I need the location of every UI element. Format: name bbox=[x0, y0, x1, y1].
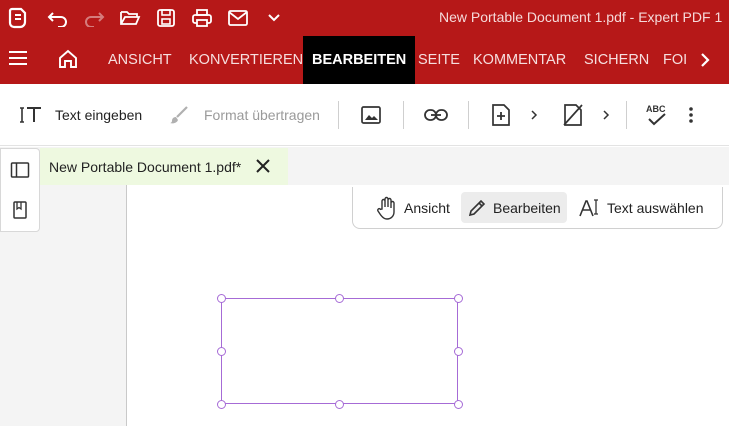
tab-sichern[interactable]: SICHERN bbox=[584, 36, 649, 84]
image-icon bbox=[361, 106, 381, 124]
tab-foi[interactable]: FOI bbox=[663, 36, 687, 84]
resize-handle[interactable] bbox=[335, 294, 344, 303]
side-panel bbox=[0, 148, 40, 232]
add-file-icon bbox=[492, 104, 510, 126]
view-mode-label: Ansicht bbox=[404, 199, 450, 216]
save-icon[interactable] bbox=[154, 6, 178, 30]
text-select-icon bbox=[579, 198, 598, 216]
more-vertical-icon bbox=[689, 107, 693, 123]
pencil-icon bbox=[468, 199, 486, 216]
view-mode-button[interactable]: Ansicht bbox=[370, 192, 456, 223]
toolbar-divider bbox=[468, 101, 469, 129]
sidebar-toggle-icon[interactable] bbox=[10, 161, 30, 184]
brush-icon bbox=[170, 106, 188, 124]
home-icon[interactable] bbox=[57, 49, 79, 74]
app-logo-icon[interactable] bbox=[6, 6, 30, 30]
edit-mode-label: Bearbeiten bbox=[493, 199, 561, 216]
document-tab-label: New Portable Document 1.pdf* bbox=[49, 158, 242, 175]
resize-handle[interactable] bbox=[454, 294, 463, 303]
insert-link-button[interactable] bbox=[423, 84, 449, 146]
tab-kommentar[interactable]: KOMMENTAR bbox=[473, 36, 566, 84]
spell-check-text: ABC bbox=[646, 104, 666, 114]
window-title: New Portable Document 1.pdf - Expert PDF… bbox=[439, 9, 723, 25]
spell-check-button[interactable]: ABC bbox=[645, 84, 669, 146]
mode-bar: Ansicht Bearbeiten Text auswählen bbox=[352, 187, 723, 229]
hand-icon bbox=[377, 196, 395, 220]
add-file-dropdown[interactable] bbox=[529, 84, 539, 146]
text-input-label: Text eingeben bbox=[55, 107, 143, 123]
chevron-down-icon[interactable] bbox=[262, 6, 286, 30]
selected-shape[interactable] bbox=[221, 298, 458, 404]
mail-icon[interactable] bbox=[226, 6, 250, 30]
print-icon[interactable] bbox=[190, 6, 214, 30]
format-transfer-label: Format übertragen bbox=[204, 107, 320, 123]
no-file-dropdown[interactable] bbox=[601, 84, 611, 146]
chevron-right-icon bbox=[603, 110, 610, 120]
edit-toolbar: Text eingeben Format übertragen ABC bbox=[0, 84, 729, 146]
text-insert-icon bbox=[20, 107, 41, 123]
resize-handle[interactable] bbox=[217, 400, 226, 409]
toolbar-divider bbox=[403, 101, 404, 129]
tab-seite[interactable]: SEITE bbox=[418, 36, 460, 84]
file-slash-icon bbox=[563, 104, 583, 126]
tab-bearbeiten[interactable]: BEARBEITEN bbox=[303, 36, 416, 84]
spell-check-icon: ABC bbox=[646, 104, 666, 126]
select-text-button[interactable]: Text auswählen bbox=[573, 192, 710, 223]
add-file-button[interactable] bbox=[490, 84, 512, 146]
open-folder-icon[interactable] bbox=[118, 6, 142, 30]
link-icon bbox=[424, 109, 448, 121]
more-options-button[interactable] bbox=[686, 84, 696, 146]
no-file-button[interactable] bbox=[561, 84, 585, 146]
bookmark-icon[interactable] bbox=[12, 200, 28, 225]
resize-handle[interactable] bbox=[217, 294, 226, 303]
toolbar-divider bbox=[626, 101, 627, 129]
text-input-button[interactable]: Text eingeben bbox=[20, 84, 142, 146]
chevron-right-icon[interactable] bbox=[698, 50, 712, 75]
toolbar-divider bbox=[338, 101, 339, 129]
edit-mode-button[interactable]: Bearbeiten bbox=[461, 192, 567, 223]
tab-ansicht[interactable]: ANSICHT bbox=[108, 36, 172, 84]
resize-handle[interactable] bbox=[217, 347, 226, 356]
format-transfer-button[interactable]: Format übertragen bbox=[169, 84, 320, 146]
insert-image-button[interactable] bbox=[360, 84, 382, 146]
resize-handle[interactable] bbox=[335, 400, 344, 409]
resize-handle[interactable] bbox=[454, 347, 463, 356]
document-tab[interactable]: New Portable Document 1.pdf* bbox=[40, 148, 288, 185]
redo-icon bbox=[82, 6, 106, 30]
resize-handle[interactable] bbox=[454, 400, 463, 409]
chevron-right-icon bbox=[531, 110, 538, 120]
close-icon[interactable] bbox=[254, 157, 272, 178]
select-text-label: Text auswählen bbox=[607, 199, 704, 216]
ribbon-tab-bar: ANSICHT KONVERTIEREN BEARBEITEN SEITE KO… bbox=[0, 36, 729, 84]
menu-icon[interactable] bbox=[8, 49, 28, 72]
undo-icon[interactable] bbox=[46, 6, 70, 30]
title-bar: New Portable Document 1.pdf - Expert PDF… bbox=[0, 0, 729, 36]
tab-konvertieren[interactable]: KONVERTIEREN bbox=[189, 36, 303, 84]
